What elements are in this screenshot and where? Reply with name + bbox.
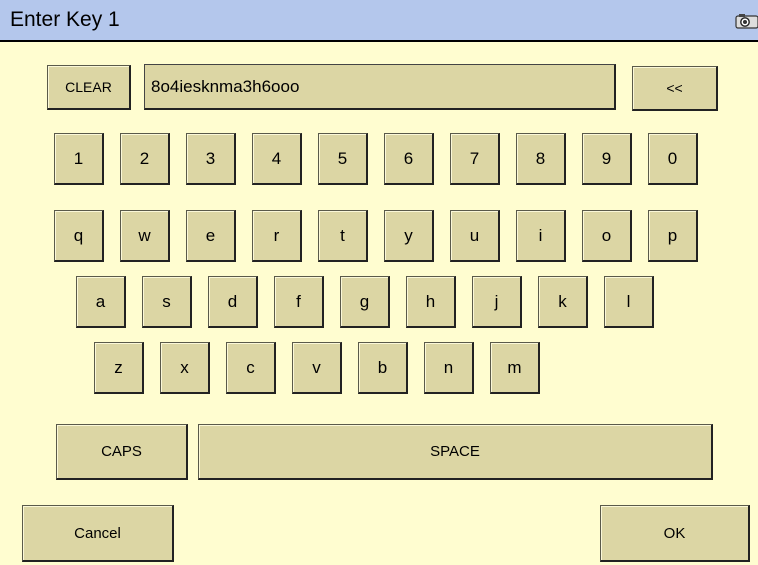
key-5[interactable]: 5: [318, 133, 368, 185]
key-y[interactable]: y: [384, 210, 434, 262]
key-i[interactable]: i: [516, 210, 566, 262]
camera-icon[interactable]: [735, 13, 758, 29]
key-b[interactable]: b: [358, 342, 408, 394]
key-p[interactable]: p: [648, 210, 698, 262]
window-title: Enter Key 1: [10, 8, 120, 31]
key-w[interactable]: w: [120, 210, 170, 262]
key-j[interactable]: j: [472, 276, 522, 328]
key-f[interactable]: f: [274, 276, 324, 328]
backspace-button[interactable]: <<: [632, 66, 718, 111]
key-3[interactable]: 3: [186, 133, 236, 185]
key-6[interactable]: 6: [384, 133, 434, 185]
cancel-button[interactable]: Cancel: [22, 505, 174, 562]
key-d[interactable]: d: [208, 276, 258, 328]
key-e[interactable]: e: [186, 210, 236, 262]
key-v[interactable]: v: [292, 342, 342, 394]
space-button[interactable]: SPACE: [198, 424, 713, 480]
key-x[interactable]: x: [160, 342, 210, 394]
key-8[interactable]: 8: [516, 133, 566, 185]
key-t[interactable]: t: [318, 210, 368, 262]
caps-button[interactable]: CAPS: [56, 424, 188, 480]
clear-button[interactable]: CLEAR: [47, 65, 131, 110]
key-q[interactable]: q: [54, 210, 104, 262]
key-0[interactable]: 0: [648, 133, 698, 185]
key-4[interactable]: 4: [252, 133, 302, 185]
key-m[interactable]: m: [490, 342, 540, 394]
key-2[interactable]: 2: [120, 133, 170, 185]
key-input[interactable]: 8o4iesknma3h6ooo: [144, 64, 616, 110]
key-1[interactable]: 1: [54, 133, 104, 185]
key-g[interactable]: g: [340, 276, 390, 328]
key-r[interactable]: r: [252, 210, 302, 262]
key-k[interactable]: k: [538, 276, 588, 328]
ok-button[interactable]: OK: [600, 505, 750, 562]
key-s[interactable]: s: [142, 276, 192, 328]
key-7[interactable]: 7: [450, 133, 500, 185]
key-z[interactable]: z: [94, 342, 144, 394]
key-a[interactable]: a: [76, 276, 126, 328]
key-c[interactable]: c: [226, 342, 276, 394]
key-h[interactable]: h: [406, 276, 456, 328]
key-o[interactable]: o: [582, 210, 632, 262]
key-u[interactable]: u: [450, 210, 500, 262]
key-l[interactable]: l: [604, 276, 654, 328]
key-9[interactable]: 9: [582, 133, 632, 185]
key-n[interactable]: n: [424, 342, 474, 394]
title-bar: Enter Key 1: [0, 0, 758, 42]
